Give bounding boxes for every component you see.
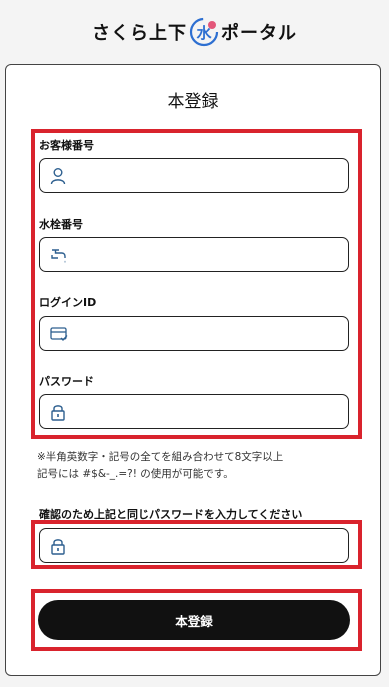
logo-text-left: さくら上下 [92,23,187,44]
password-note-line1: ※半角英数字・記号の全てを組み合わせて8文字以上 [37,451,284,463]
water-drop-logo-icon: 水 [189,17,219,47]
page-title: 本登録 [167,92,219,112]
faucet-icon [50,246,68,264]
site-logo: さくら上下 水 ポータル [0,12,389,52]
password-field[interactable] [39,394,349,429]
logo-text-right: ポータル [221,23,297,44]
customer-number-field[interactable] [39,158,349,193]
id-card-icon [50,326,68,342]
password-label: パスワード [39,375,94,388]
confirm-password-label: 確認のため上記と同じパスワードを入力してください [39,508,303,521]
password-note-line2: 記号には #$&-_.=?! の使用が可能です。 [37,468,234,480]
password-input[interactable] [74,394,348,429]
confirm-password-field[interactable] [39,528,349,563]
login-id-input[interactable] [76,316,348,351]
lock-icon [50,403,66,421]
login-id-label: ログインID [39,296,97,309]
register-button[interactable]: 本登録 [38,600,350,640]
customer-number-input[interactable] [74,158,348,193]
person-icon [50,167,66,185]
customer-number-label: お客様番号 [39,139,94,152]
faucet-number-field[interactable] [39,237,349,272]
login-id-field[interactable] [39,316,349,351]
confirm-password-input[interactable] [74,528,348,563]
faucet-number-label: 水栓番号 [39,218,83,231]
faucet-number-input[interactable] [76,237,348,272]
registration-page: さくら上下 水 ポータル 本登録 お客様番号 水栓番号 ログインID パスワード… [0,0,389,687]
lock-icon [50,537,66,555]
